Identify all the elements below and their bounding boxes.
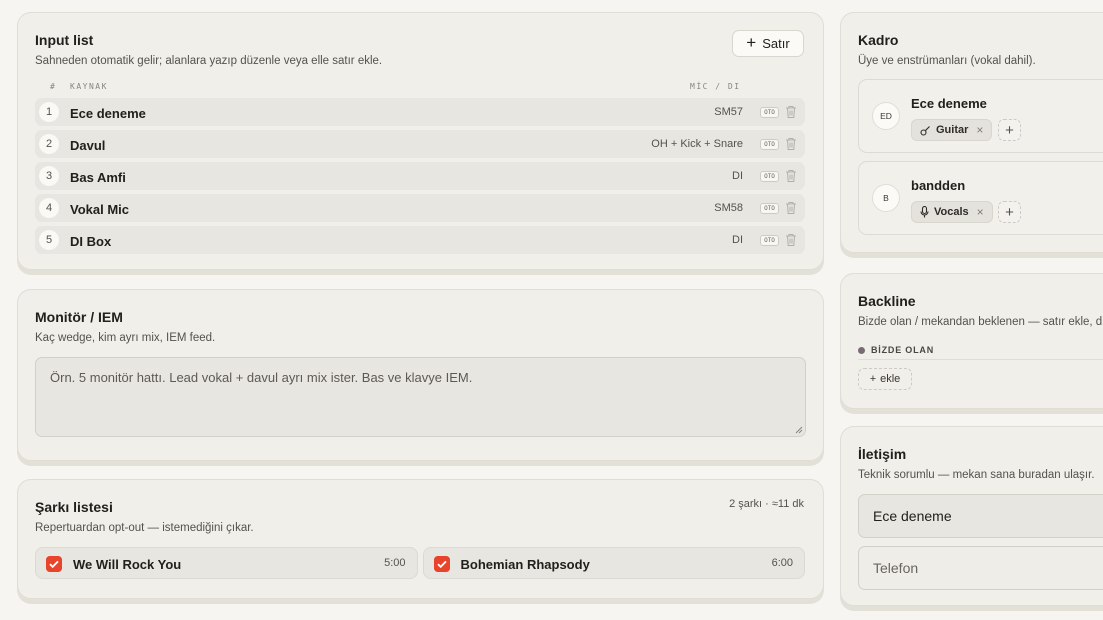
row-number: 2 xyxy=(39,134,59,154)
remove-icon[interactable]: × xyxy=(977,205,984,219)
mic-field[interactable]: OH + Kick + Snare xyxy=(651,138,743,150)
monitor-card: Monitör / IEM Kaç wedge, kim ayrı mix, I… xyxy=(17,289,824,461)
input-list-header: # KAYNAK MİC / DI xyxy=(35,82,805,94)
kadro-card: Kadro Üye ve enstrümanları (vokal dahil)… xyxy=(840,12,1103,253)
source-field[interactable]: Davul xyxy=(70,138,105,153)
plus-icon: + xyxy=(869,373,877,385)
backline-section-label: BİZDE OLAN xyxy=(858,345,1103,355)
section-label-text: BİZDE OLAN xyxy=(871,345,934,355)
songs-summary: 2 şarkı · ≈11 dk xyxy=(729,498,804,510)
input-row[interactable]: 5 DI Box DI OTO xyxy=(35,226,805,254)
song-duration: 5:00 xyxy=(384,557,406,569)
input-row[interactable]: 3 Bas Amfi DI OTO xyxy=(35,162,805,190)
song-item[interactable]: We Will Rock You 5:00 xyxy=(35,547,418,579)
backline-subtitle: Bizde olan / mekandan beklenen — satır e… xyxy=(858,316,1103,328)
mic-field[interactable]: SM57 xyxy=(714,106,743,118)
row-number: 5 xyxy=(39,230,59,250)
auto-badge: OTO xyxy=(760,171,779,182)
phone-field[interactable]: Telefon xyxy=(858,546,1103,590)
remove-icon[interactable]: × xyxy=(976,123,983,137)
input-row[interactable]: 1 Ece deneme SM57 OTO xyxy=(35,98,805,126)
backline-card: Backline Bizde olan / mekandan beklenen … xyxy=(840,273,1103,409)
member-card: ED Ece deneme Guitar × + xyxy=(858,79,1103,153)
trash-icon[interactable] xyxy=(785,201,797,215)
divider xyxy=(858,359,1103,360)
add-row-button[interactable]: + Satır xyxy=(732,30,804,57)
source-field[interactable]: Bas Amfi xyxy=(70,170,126,185)
monitor-placeholder: Örn. 5 monitör hattı. Lead vokal + davul… xyxy=(50,370,473,385)
mic-field[interactable]: DI xyxy=(732,234,743,246)
source-field[interactable]: DI Box xyxy=(70,234,111,249)
trash-icon[interactable] xyxy=(785,105,797,119)
add-backline-button[interactable]: + ekle xyxy=(858,368,912,390)
row-number: 1 xyxy=(39,102,59,122)
instrument-label: Guitar xyxy=(936,124,969,136)
avatar: ED xyxy=(872,102,900,130)
input-list-subtitle: Sahneden otomatik gelir; alanlara yazıp … xyxy=(35,55,383,67)
mic-field[interactable]: SM58 xyxy=(714,202,743,214)
input-row[interactable]: 4 Vokal Mic SM58 OTO xyxy=(35,194,805,222)
add-backline-label: ekle xyxy=(880,373,901,385)
checkbox-checked-icon[interactable] xyxy=(46,556,62,572)
monitor-title: Monitör / IEM xyxy=(35,309,123,325)
kadro-subtitle: Üye ve enstrümanları (vokal dahil). xyxy=(858,55,1036,67)
kadro-title: Kadro xyxy=(858,32,899,48)
trash-icon[interactable] xyxy=(785,137,797,151)
guitar-icon xyxy=(920,125,930,136)
mic-field[interactable]: DI xyxy=(732,170,743,182)
trash-icon[interactable] xyxy=(785,233,797,247)
auto-badge: OTO xyxy=(760,139,779,150)
contact-name-field[interactable]: Ece deneme xyxy=(858,494,1103,538)
add-row-label: Satır xyxy=(762,36,790,51)
checkbox-checked-icon[interactable] xyxy=(433,556,450,572)
member-card: B bandden Vocals × + xyxy=(858,161,1103,235)
resize-handle-icon[interactable] xyxy=(794,425,803,434)
monitor-textarea[interactable]: Örn. 5 monitör hattı. Lead vokal + davul… xyxy=(35,357,806,437)
song-item[interactable]: Bohemian Rhapsody 6:00 xyxy=(422,547,805,579)
input-rows: 1 Ece deneme SM57 OTO 2 Davul OH + Kick … xyxy=(35,98,805,254)
mic-icon xyxy=(920,206,929,218)
song-title: Bohemian Rhapsody xyxy=(460,557,590,572)
songs-card: Şarkı listesi Repertuardan opt-out — ist… xyxy=(17,479,824,599)
col-source-header: KAYNAK xyxy=(70,82,108,91)
member-name[interactable]: Ece deneme xyxy=(911,96,987,111)
dot-icon xyxy=(858,346,865,354)
plus-icon: + xyxy=(746,33,757,52)
add-instrument-button[interactable]: + xyxy=(998,119,1021,141)
col-mic-header: MİC / DI xyxy=(690,82,741,91)
source-field[interactable]: Ece deneme xyxy=(70,106,146,121)
auto-badge: OTO xyxy=(760,107,779,118)
backline-title: Backline xyxy=(858,293,916,309)
contact-title: İletişim xyxy=(858,446,907,462)
songs-subtitle: Repertuardan opt-out — istemediğini çıka… xyxy=(35,522,254,534)
input-row[interactable]: 2 Davul OH + Kick + Snare OTO xyxy=(35,130,805,158)
input-list-title: Input list xyxy=(35,32,94,48)
auto-badge: OTO xyxy=(760,203,779,214)
avatar: B xyxy=(872,184,900,212)
auto-badge: OTO xyxy=(760,235,779,246)
song-list: We Will Rock You 5:00 Bohemian Rhapsody … xyxy=(35,547,805,579)
song-title: We Will Rock You xyxy=(73,557,182,572)
instrument-chip[interactable]: Guitar × xyxy=(911,119,993,141)
col-num-header: # xyxy=(50,82,57,91)
song-duration: 6:00 xyxy=(771,557,793,569)
instrument-label: Vocals xyxy=(934,206,969,218)
instrument-chip[interactable]: Vocals × xyxy=(911,201,993,223)
songs-title: Şarkı listesi xyxy=(35,499,113,515)
monitor-subtitle: Kaç wedge, kim ayrı mix, IEM feed. xyxy=(35,332,216,344)
row-number: 3 xyxy=(39,166,59,186)
member-name[interactable]: bandden xyxy=(911,178,965,193)
contact-card: İletişim Teknik sorumlu — mekan sana bur… xyxy=(840,426,1103,606)
row-number: 4 xyxy=(39,198,59,218)
contact-subtitle: Teknik sorumlu — mekan sana buradan ulaş… xyxy=(858,469,1095,481)
trash-icon[interactable] xyxy=(785,169,797,183)
source-field[interactable]: Vokal Mic xyxy=(70,202,129,217)
input-list-card: Input list Sahneden otomatik gelir; alan… xyxy=(17,12,824,270)
add-instrument-button[interactable]: + xyxy=(998,201,1021,223)
